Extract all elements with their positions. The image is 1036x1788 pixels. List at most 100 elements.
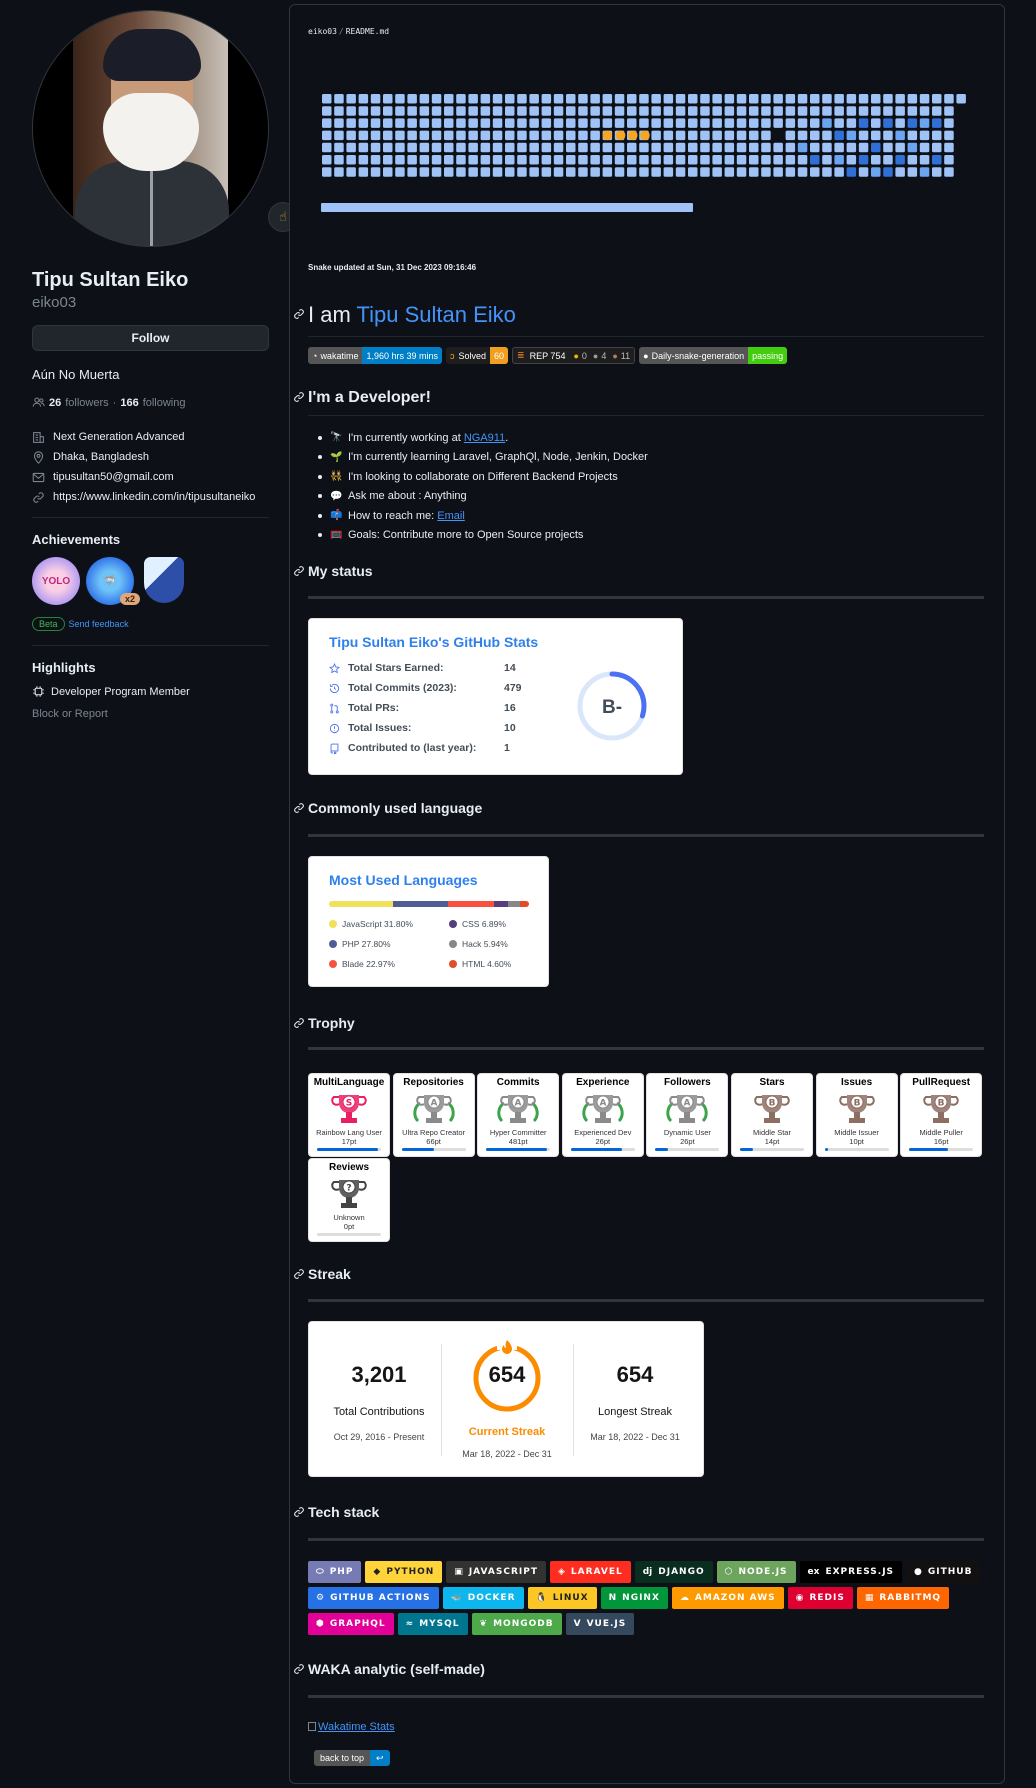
trophy-points: 0pt [343, 1222, 355, 1231]
anchor-link-icon[interactable] [293, 308, 305, 320]
path-file[interactable]: README.md [346, 27, 389, 36]
trophy-card[interactable]: Reviews? Unknown 0pt [308, 1158, 390, 1242]
contribution-cell [346, 155, 356, 165]
contribution-cell [602, 106, 613, 116]
contribution-cell [749, 142, 759, 153]
tech-badge-laravel: ◈ LARAVEL [549, 1561, 631, 1583]
contribution-cell [468, 155, 478, 165]
contribution-cell [444, 155, 454, 165]
trophy-card[interactable]: MultiLanguage S Rainbow Lang User 17pt [308, 1073, 390, 1157]
contribution-cell [871, 155, 881, 165]
wakatime-stats-image-link[interactable]: Wakatime Stats [308, 1721, 395, 1733]
followers-count[interactable]: 26 [49, 397, 61, 409]
achievement-pull-shark-icon[interactable]: 🦈 x2 [86, 557, 140, 605]
contribution-cell [724, 118, 735, 128]
languages-card[interactable]: Most Used Languages JavaScript 31.80% PH… [308, 856, 549, 987]
contribution-cell [395, 106, 405, 116]
tech-badge-php: ⬭ PHP [308, 1561, 362, 1583]
stat-row: Total Issues: 10 [329, 722, 516, 734]
trophy-card[interactable]: Experience A Experienced Dev 26pt [561, 1073, 644, 1157]
anchor-link-icon[interactable] [293, 1663, 305, 1675]
contribution-cell [407, 118, 417, 128]
avatar[interactable] [32, 10, 269, 247]
anchor-link-icon[interactable] [293, 1017, 305, 1029]
contribution-cell [590, 118, 600, 128]
achievement-arctic-vault-icon[interactable] [144, 557, 184, 603]
intro-name-link[interactable]: Tipu Sultan Eiko [357, 302, 516, 327]
back-to-top-button[interactable]: back to top ↩ [314, 1750, 390, 1766]
contribution-cell [663, 155, 674, 165]
follow-button[interactable]: Follow [32, 325, 269, 351]
followers-link[interactable]: followers [65, 397, 108, 409]
contribution-cell [883, 155, 893, 165]
history-icon [329, 683, 340, 693]
contribution-cell [736, 106, 747, 116]
anchor-link-icon[interactable] [293, 1268, 305, 1280]
wakatime-badge[interactable]: ◔ wakatime 1,960 hrs 39 mins [308, 347, 442, 364]
trophy-card[interactable]: Stars B Middle Star 14pt [731, 1073, 813, 1157]
workflow-badge[interactable]: ● Daily-snake-generation passing [639, 347, 788, 364]
contribution-cell [932, 94, 942, 104]
contribution-cell [797, 142, 808, 153]
telescope-icon: 🔭 [330, 432, 343, 444]
github-stats-card[interactable]: Tipu Sultan Eiko's GitHub Stats Total St… [308, 618, 683, 775]
contribution-cell [724, 130, 735, 141]
trophy-title: Stars [759, 1077, 785, 1088]
trophy-points: 481pt [508, 1137, 528, 1146]
trophy-card[interactable]: Followers A Dynamic User 26pt [646, 1073, 729, 1157]
contribution-cell [846, 142, 857, 153]
nga911-link[interactable]: NGA911 [464, 432, 505, 444]
contribution-cell [334, 167, 344, 177]
contribution-cell [578, 106, 588, 116]
trophy-card[interactable]: Issues B Middle Issuer 10pt [815, 1073, 898, 1157]
anchor-link-icon[interactable] [293, 802, 305, 814]
contribution-cell [785, 118, 796, 128]
anchor-link-icon[interactable] [293, 1506, 305, 1518]
contribution-cell [517, 94, 527, 104]
contribution-cell [883, 142, 893, 153]
lang-bar-segment [448, 901, 495, 907]
send-feedback-link[interactable]: Send feedback [69, 619, 129, 629]
tech-badge-node-js: ⬡ NODE.JS [716, 1561, 796, 1583]
trophy-rank: A [599, 1099, 606, 1109]
path-user[interactable]: eiko03 [308, 27, 337, 36]
anchor-link-icon[interactable] [293, 565, 305, 577]
contribution-cell [797, 130, 808, 141]
contribution-cell [383, 130, 393, 141]
tech-badge-mongodb: ❦ MONGODB [471, 1613, 562, 1635]
contribution-cell [346, 106, 356, 116]
contribution-cell [846, 167, 857, 177]
contribution-cell [358, 130, 369, 141]
email-link[interactable]: Email [437, 510, 465, 522]
contribution-cell [431, 155, 442, 165]
contribution-cell [749, 94, 759, 104]
contribution-cell [944, 142, 954, 153]
contribution-cell [541, 142, 552, 153]
block-report-link[interactable]: Block or Report [32, 708, 269, 720]
tech-badge-express-js: ex EXPRESS.JS [799, 1561, 903, 1583]
trophy-card[interactable]: Commits A Hyper Committer 481pt [477, 1073, 560, 1157]
achievement-yolo-icon[interactable]: YOLO [32, 557, 80, 605]
contribution-cell [688, 142, 698, 153]
detail-email[interactable]: tipusultan50@gmail.com [32, 467, 269, 487]
contribution-cell [895, 130, 905, 141]
following-link[interactable]: following [143, 397, 186, 409]
streak-card[interactable]: 3,201 Total Contributions Oct 29, 2016 -… [308, 1321, 704, 1477]
trophy-card[interactable]: PullRequest B Middle Puller 16pt [900, 1073, 983, 1157]
contribution-cell [505, 94, 515, 104]
trophy-card[interactable]: Repositories A Ultra Repo Creator 66pt [392, 1073, 475, 1157]
stackoverflow-rep-badge[interactable]: ≣ REP 754 ● 0 ● 4 ● 11 [512, 347, 636, 364]
contribution-cell [822, 94, 832, 104]
trophy-progress [655, 1148, 720, 1151]
anchor-link-icon[interactable] [293, 391, 305, 403]
contribution-cell [395, 118, 405, 128]
contribution-cell [627, 142, 637, 153]
solved-badge[interactable]: ↄ Solved 60 [446, 347, 509, 364]
contribution-cell [773, 167, 783, 177]
contribution-cell [688, 94, 698, 104]
contribution-cell [590, 130, 600, 141]
following-count[interactable]: 166 [120, 397, 138, 409]
contribution-cell [858, 130, 869, 141]
detail-link[interactable]: https://www.linkedin.com/in/tipusultanei… [32, 487, 269, 507]
contribution-cell [468, 106, 478, 116]
